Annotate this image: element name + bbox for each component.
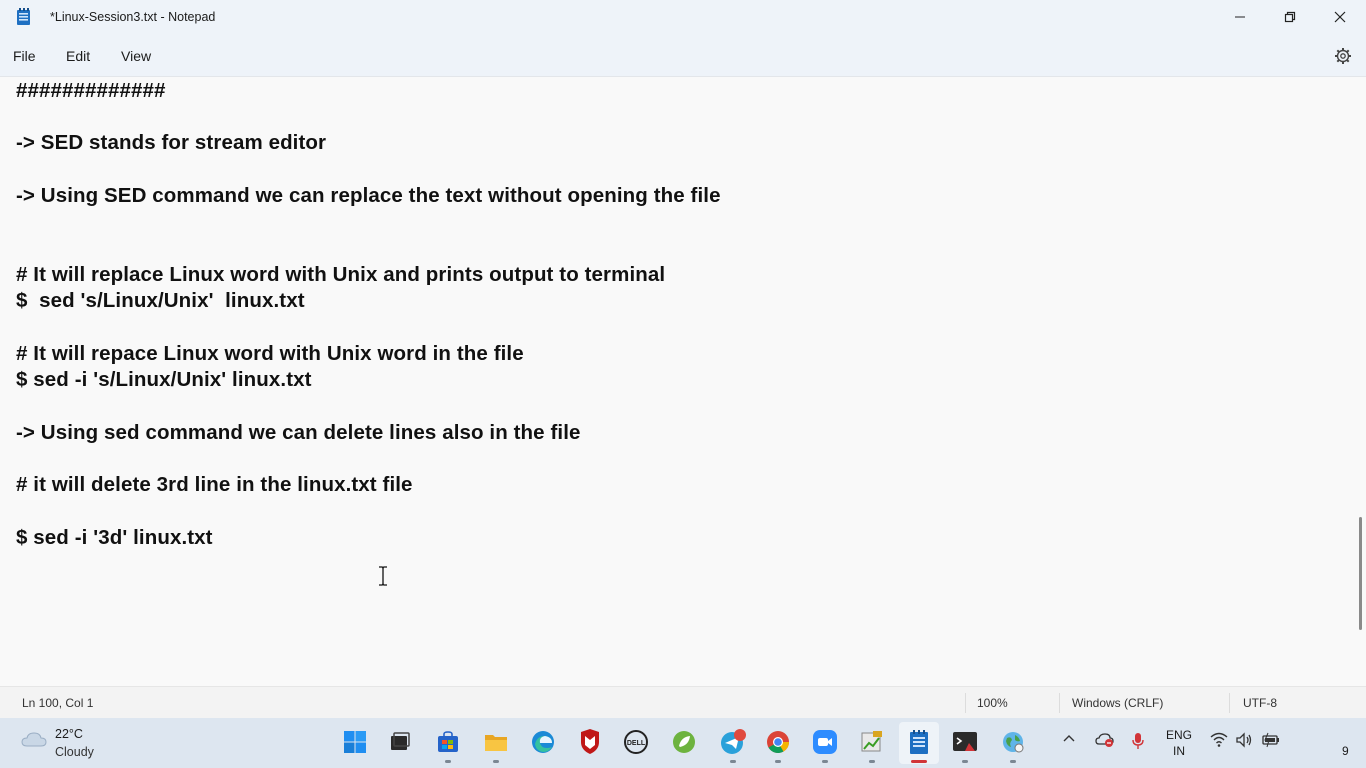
editor-line: -> Using SED command we can replace the …	[16, 184, 721, 207]
keyboard-layout[interactable]: IN	[1173, 744, 1185, 758]
zoom-icon[interactable]	[810, 727, 840, 757]
running-indicator	[493, 760, 499, 763]
zoom-level: 100%	[977, 696, 1008, 710]
vertical-scrollbar[interactable]	[1356, 77, 1366, 685]
microphone-icon[interactable]	[1131, 732, 1145, 755]
menu-file[interactable]: File	[13, 48, 36, 64]
status-divider	[965, 693, 966, 713]
gear-icon	[1335, 48, 1351, 64]
editor-line: $ sed 's/Linux/Unix' linux.txt	[16, 289, 305, 312]
running-indicator	[445, 760, 451, 763]
task-view-icon[interactable]	[385, 727, 415, 757]
status-divider	[1059, 693, 1060, 713]
language-indicator[interactable]: ENG	[1166, 728, 1192, 742]
dell-icon[interactable]: DELL	[621, 727, 651, 757]
mcafee-icon[interactable]	[575, 727, 605, 757]
minimize-icon	[1235, 16, 1245, 18]
editor-line: $ sed -i '3d' linux.txt	[16, 526, 213, 549]
scrollbar-thumb[interactable]	[1359, 517, 1362, 630]
cloud-icon[interactable]	[20, 730, 48, 755]
status-bar: Ln 100, Col 1 100% Windows (CRLF) UTF-8	[0, 686, 1366, 719]
weather-temperature[interactable]: 22°C	[55, 727, 83, 741]
text-cursor-icon	[377, 565, 389, 592]
running-indicator	[869, 760, 875, 763]
notepad-app-icon	[16, 8, 32, 26]
telegram-icon[interactable]	[718, 727, 748, 757]
editor-line: -> Using sed command we can delete lines…	[16, 421, 581, 444]
start-icon[interactable]	[340, 727, 370, 757]
clock[interactable]: 9	[1342, 744, 1349, 758]
running-indicator	[822, 760, 828, 763]
editor-line: #############	[16, 79, 166, 102]
menu-edit[interactable]: Edit	[66, 48, 90, 64]
status-divider	[1229, 693, 1230, 713]
running-indicator	[730, 760, 736, 763]
chrome-icon[interactable]	[763, 727, 793, 757]
minimize-button[interactable]	[1216, 0, 1264, 34]
store-icon[interactable]	[433, 727, 463, 757]
file-explorer-icon[interactable]	[481, 727, 511, 757]
terminal-icon[interactable]	[950, 727, 980, 757]
editor-line: $ sed -i 's/Linux/Unix' linux.txt	[16, 368, 312, 391]
line-ending: Windows (CRLF)	[1072, 696, 1164, 710]
menu-view[interactable]: View	[121, 48, 151, 64]
onedrive-sync-icon[interactable]	[1095, 732, 1115, 753]
battery-icon[interactable]	[1261, 732, 1281, 753]
sql-icon[interactable]	[857, 727, 887, 757]
editor-line: # it will delete 3rd line in the linux.t…	[16, 473, 413, 496]
volume-icon[interactable]	[1236, 732, 1254, 753]
editor-line: # It will repace Linux word with Unix wo…	[16, 342, 524, 365]
window-title: *Linux-Session3.txt - Notepad	[50, 10, 216, 24]
weather-condition[interactable]: Cloudy	[55, 745, 94, 759]
editor-line: # It will replace Linux word with Unix a…	[16, 263, 666, 286]
running-indicator	[775, 760, 781, 763]
title-bar: *Linux-Session3.txt - Notepad	[0, 0, 1366, 36]
svg-text:DELL: DELL	[627, 740, 646, 747]
settings-button[interactable]	[1333, 46, 1353, 66]
close-icon	[1334, 11, 1346, 23]
spring-icon[interactable]	[669, 727, 699, 757]
network-globe-icon[interactable]	[998, 727, 1028, 757]
active-indicator	[911, 760, 927, 763]
menu-bar: File Edit View	[0, 36, 1366, 77]
taskbar: 22°C Cloudy DELL ENG IN 9	[0, 718, 1366, 768]
chevron-up-icon[interactable]	[1062, 732, 1076, 751]
close-button[interactable]	[1316, 0, 1364, 34]
encoding: UTF-8	[1243, 696, 1277, 710]
text-editor[interactable]: ############# -> SED stands for stream e…	[0, 77, 1356, 685]
editor-line: -> SED stands for stream editor	[16, 131, 327, 154]
cursor-position: Ln 100, Col 1	[22, 696, 94, 710]
wifi-icon[interactable]	[1210, 732, 1228, 753]
maximize-icon	[1284, 11, 1296, 23]
edge-icon[interactable]	[528, 727, 558, 757]
running-indicator	[1010, 760, 1016, 763]
maximize-button[interactable]	[1266, 0, 1314, 34]
notepad-icon[interactable]	[904, 727, 934, 757]
running-indicator	[962, 760, 968, 763]
